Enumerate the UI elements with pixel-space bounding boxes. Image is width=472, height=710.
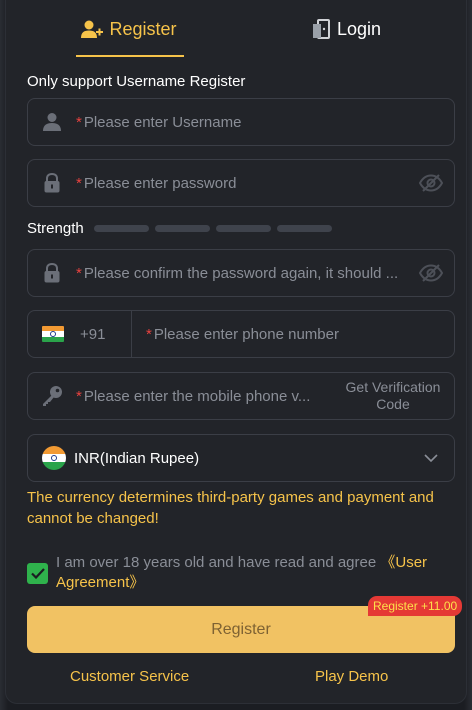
verification-field[interactable]: * Please enter the mobile phone v... Get… — [27, 372, 455, 420]
lock-icon — [28, 250, 76, 296]
play-demo-link[interactable]: Play Demo — [315, 668, 388, 685]
currency-warning: The currency determines third-party game… — [27, 489, 434, 527]
required-mark: * — [76, 387, 82, 405]
tab-register[interactable]: Register — [74, 0, 184, 58]
get-verification-code-button[interactable]: Get Verification Code — [338, 379, 454, 413]
agreement-text: I am over 18 years old and have read and… — [56, 553, 447, 593]
agreement-checkbox[interactable] — [27, 563, 48, 584]
register-hint-title: Only support Username Register — [27, 73, 246, 90]
tab-login[interactable]: Login — [306, 0, 386, 58]
confirm-password-placeholder: Please confirm the password again, it sh… — [83, 264, 399, 282]
dial-code: +91 — [80, 325, 106, 343]
lock-icon — [28, 160, 76, 206]
customer-service-link[interactable]: Customer Service — [70, 668, 189, 685]
required-mark: * — [76, 113, 82, 131]
register-bonus-badge: Register +11.00 — [368, 596, 463, 616]
username-field[interactable]: * Please enter Username — [27, 98, 455, 146]
verification-input[interactable]: * Please enter the mobile phone v... — [76, 373, 338, 419]
phone-input[interactable]: * Please enter phone number — [132, 311, 454, 357]
required-mark: * — [146, 325, 152, 343]
country-code-selector[interactable]: +91 — [28, 311, 132, 357]
required-mark: * — [76, 264, 82, 282]
auth-tabs: Register Login — [6, 0, 468, 58]
get-code-line1: Get Verification — [345, 379, 441, 395]
confirm-password-field[interactable]: * Please confirm the password again, it … — [27, 249, 455, 297]
agreement-statement: I am over 18 years old and have read and… — [56, 554, 381, 571]
user-icon — [28, 99, 76, 145]
confirm-password-input[interactable]: * Please confirm the password again, it … — [76, 250, 408, 296]
active-tab-indicator — [76, 55, 184, 57]
password-field[interactable]: * Please enter password — [27, 159, 455, 207]
login-door-icon — [311, 19, 331, 39]
strength-segment — [93, 224, 149, 232]
key-icon — [28, 373, 76, 419]
eye-off-icon[interactable] — [408, 160, 454, 206]
phone-placeholder: Please enter phone number — [153, 325, 339, 343]
required-mark: * — [76, 174, 82, 192]
password-input[interactable]: * Please enter password — [76, 160, 408, 206]
get-code-line2: Code — [376, 396, 410, 412]
india-flag-icon — [42, 446, 66, 470]
chevron-down-icon[interactable] — [408, 454, 454, 462]
register-panel: Register Login Only support Username Reg… — [5, 0, 467, 704]
verification-placeholder: Please enter the mobile phone v... — [83, 387, 311, 405]
username-placeholder: Please enter Username — [83, 113, 242, 131]
tab-login-label: Login — [336, 18, 382, 39]
eye-off-icon[interactable] — [408, 250, 454, 296]
currency-select[interactable]: INR(Indian Rupee) — [27, 434, 455, 482]
phone-field[interactable]: +91 * Please enter phone number — [27, 310, 455, 358]
password-strength: Strength — [27, 218, 338, 238]
strength-segment — [215, 224, 271, 232]
username-input[interactable]: * Please enter Username — [76, 99, 454, 145]
strength-segment — [276, 224, 332, 232]
password-placeholder: Please enter password — [83, 174, 237, 192]
strength-label: Strength — [27, 219, 84, 237]
strength-segment — [154, 224, 210, 232]
add-user-icon — [81, 19, 104, 39]
currency-value: INR(Indian Rupee) — [74, 449, 200, 467]
check-icon — [30, 568, 45, 579]
tab-register-label: Register — [109, 18, 177, 39]
agreement-row: I am over 18 years old and have read and… — [27, 553, 447, 593]
india-flag-icon — [42, 326, 64, 342]
